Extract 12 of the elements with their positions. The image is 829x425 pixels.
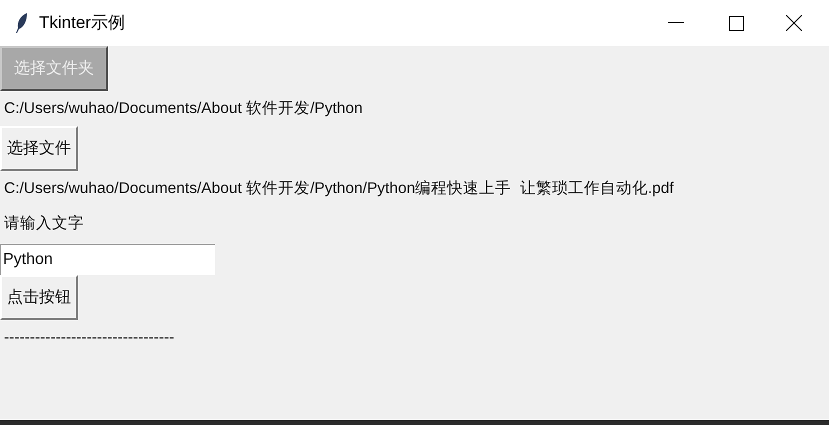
text-label: C:/Users/wuhao/Documents/About 软件开发/Python xyxy=(4,98,363,119)
feather-icon xyxy=(15,12,29,34)
minimize-icon xyxy=(668,22,684,24)
push-button[interactable]: 选择文件 xyxy=(0,126,78,171)
window-title: Tkinter示例 xyxy=(39,12,125,34)
close-icon xyxy=(786,15,802,31)
push-button[interactable]: 点击按钮 xyxy=(0,275,78,320)
text-label: --------------------------------- xyxy=(4,328,174,348)
text-label: C:/Users/wuhao/Documents/About 软件开发/Python/Python编程快速上手 让繁琐工作自动化.pdf xyxy=(4,178,674,199)
text-entry[interactable]: Python xyxy=(0,244,215,275)
maximize-icon xyxy=(728,16,744,30)
text-label: 请输入文字 xyxy=(4,214,84,234)
